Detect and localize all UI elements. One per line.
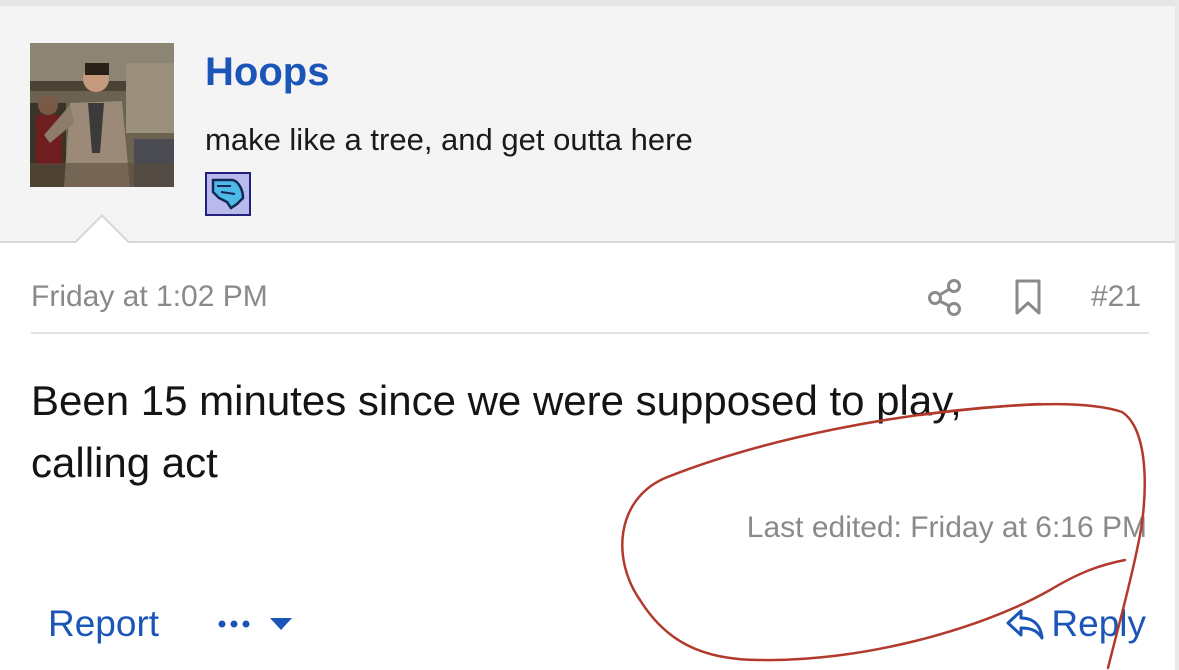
share-icon[interactable] (926, 278, 964, 316)
avatar-image (30, 43, 174, 187)
user-info-block: Hoops make like a tree, and get outta he… (0, 6, 1175, 243)
flag-badge-icon (205, 172, 251, 216)
right-edge (1175, 0, 1179, 670)
avatar[interactable] (30, 43, 174, 187)
post-number-link[interactable]: #21 (1091, 280, 1141, 314)
report-link[interactable]: Report (48, 603, 159, 645)
chevron-down-icon (270, 618, 292, 630)
post-body-line: Been 15 minutes since we were supposed t… (31, 377, 962, 424)
username-link[interactable]: Hoops (205, 50, 329, 95)
post-body-line: calling act (31, 439, 218, 486)
bookmark-icon[interactable] (1013, 278, 1043, 316)
reply-button[interactable]: Reply (1005, 603, 1146, 645)
reply-label: Reply (1051, 603, 1146, 644)
last-edited-note: Last edited: Friday at 6:16 PM (746, 511, 1147, 544)
post-body: Been 15 minutes since we were supposed t… (31, 370, 1131, 494)
post-meta-row: Friday at 1:02 PM #21 (31, 262, 1149, 334)
reply-arrow-icon (1006, 609, 1044, 640)
post-date-link[interactable]: Friday at 1:02 PM (31, 280, 268, 314)
user-title: make like a tree, and get outta here (205, 122, 693, 157)
more-actions-menu[interactable] (218, 612, 298, 636)
user-block-pointer-fill (76, 217, 128, 243)
